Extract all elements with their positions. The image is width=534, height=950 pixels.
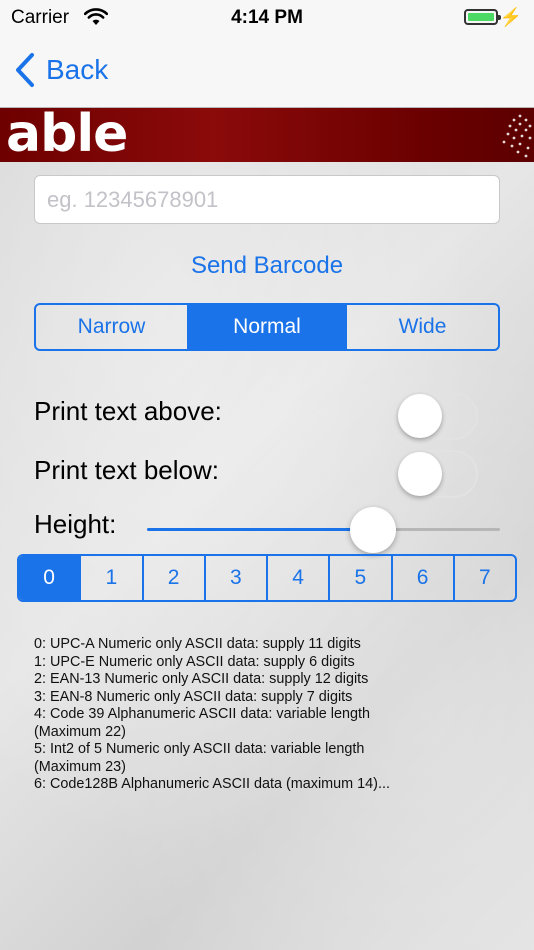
segment-type-1[interactable]: 1 <box>79 556 141 600</box>
navigation-bar: Back <box>0 38 534 108</box>
print-text-below-label: Print text below: <box>34 455 219 485</box>
info-line: (Maximum 23) <box>34 758 126 775</box>
height-slider[interactable] <box>147 507 500 553</box>
segment-type-7[interactable]: 7 <box>452 556 515 600</box>
switch-knob <box>398 394 442 438</box>
bar-width-segmented-control: Narrow Normal Wide <box>34 303 500 351</box>
decorative-swirl-icon <box>502 114 532 158</box>
segment-wide[interactable]: Wide <box>345 305 498 349</box>
barcode-type-description: 0: UPC-A Numeric only ASCII data: supply… <box>34 636 514 794</box>
back-button[interactable]: Back <box>12 52 108 88</box>
chevron-left-icon <box>16 53 34 87</box>
info-line: 3: EAN-8 Numeric only ASCII data: supply… <box>34 688 353 705</box>
segment-normal[interactable]: Normal <box>187 305 345 349</box>
slider-filled-track <box>147 528 373 531</box>
send-barcode-button[interactable]: Send Barcode <box>0 252 534 280</box>
info-line: 6: Code128B Alphanumeric ASCII data (max… <box>34 776 390 792</box>
battery-icon <box>464 9 501 25</box>
height-label: Height: <box>34 509 117 539</box>
brand-banner: able <box>0 108 534 162</box>
segment-narrow[interactable]: Narrow <box>36 305 187 349</box>
segment-type-0[interactable]: 0 <box>19 556 80 600</box>
clock: 4:14 PM <box>231 7 303 28</box>
info-line: 4: Code 39 Alphanumeric ASCII data: vari… <box>34 706 370 722</box>
segment-type-3[interactable]: 3 <box>203 556 266 600</box>
print-text-above-label: Print text above: <box>34 396 222 426</box>
switch-knob <box>398 452 442 496</box>
segment-type-5[interactable]: 5 <box>328 556 390 600</box>
print-text-below-switch[interactable] <box>396 450 478 498</box>
status-bar: Carrier 4:14 PM ⚡ <box>0 0 534 38</box>
segment-type-4[interactable]: 4 <box>266 556 328 600</box>
charging-bolt-icon: ⚡ <box>499 7 522 27</box>
info-line: (Maximum 22) <box>34 723 126 740</box>
barcode-type-segmented-control: 0 1 2 3 4 5 6 7 <box>17 554 517 602</box>
info-line: 1: UPC-E Numeric only ASCII data: supply… <box>34 653 355 670</box>
info-line: 5: Int2 of 5 Numeric only ASCII data: va… <box>34 741 365 757</box>
segment-type-2[interactable]: 2 <box>141 556 204 600</box>
segment-type-6[interactable]: 6 <box>390 556 453 600</box>
slider-thumb[interactable] <box>349 507 396 553</box>
barcode-input[interactable] <box>34 175 500 224</box>
print-text-above-switch[interactable] <box>396 392 478 440</box>
back-label: Back <box>46 54 109 85</box>
info-line: 0: UPC-A Numeric only ASCII data: supply… <box>34 636 361 652</box>
info-line: 2: EAN-13 Numeric only ASCII data: suppl… <box>34 671 369 687</box>
able-logo: able <box>6 108 128 162</box>
